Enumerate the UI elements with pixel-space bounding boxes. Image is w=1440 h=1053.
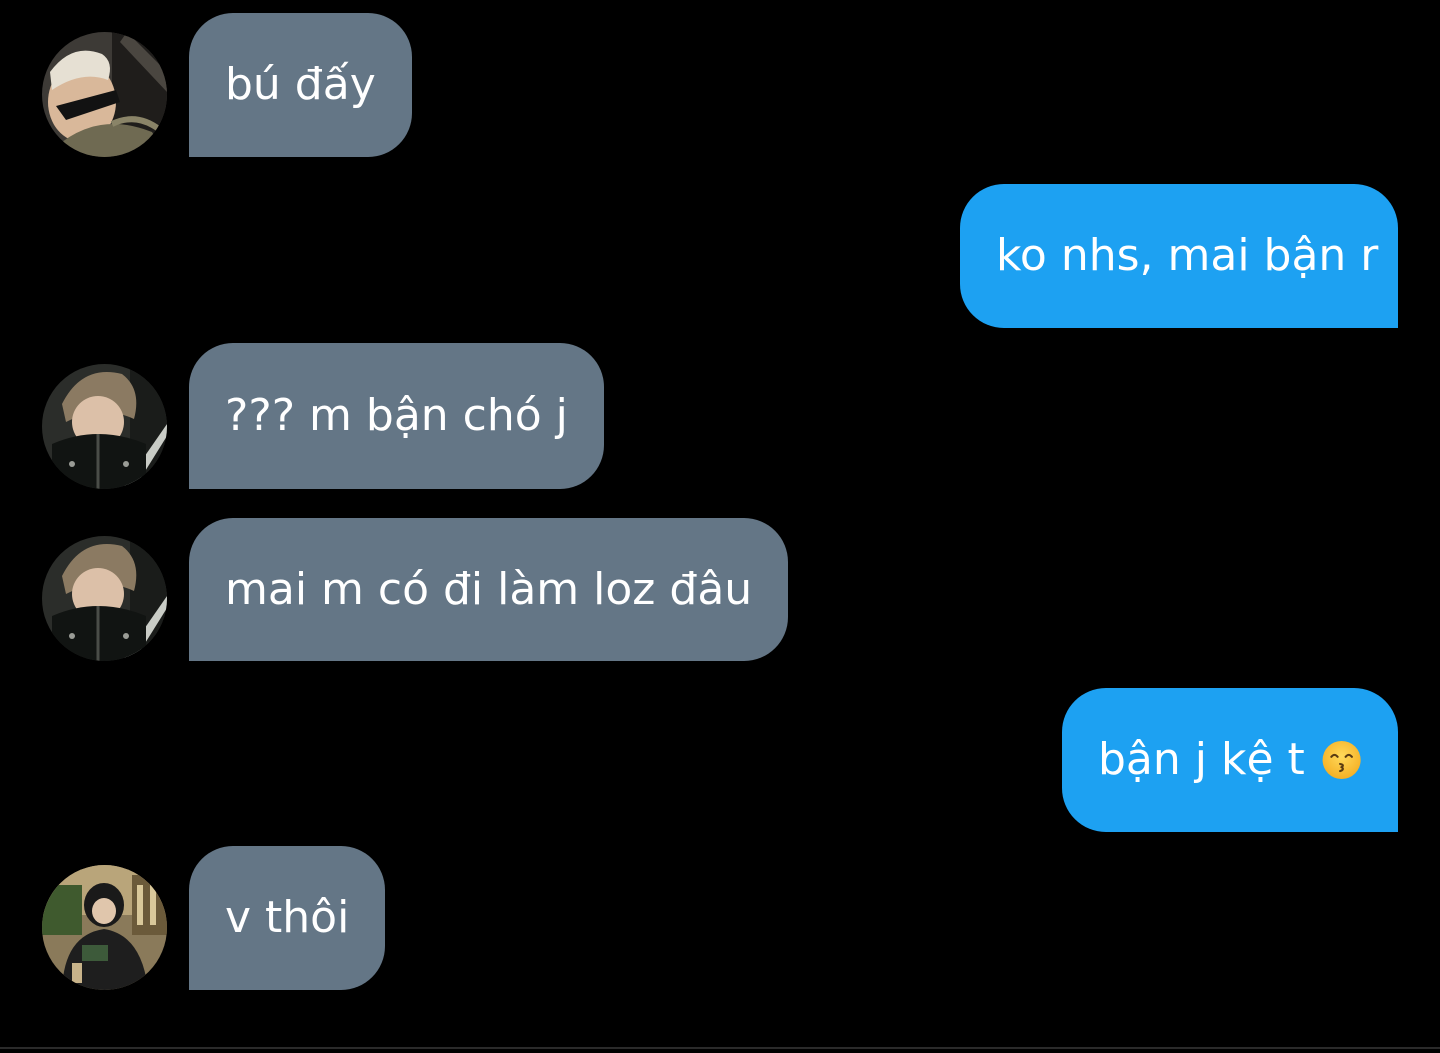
message-text: bận j kệ t xyxy=(1098,734,1305,785)
contact-avatar[interactable] xyxy=(42,32,167,157)
contact-avatar[interactable] xyxy=(42,364,167,489)
kissing-smiling-eyes-emoji xyxy=(1322,740,1361,780)
message-bubble-outgoing[interactable]: bận j kệ t xyxy=(1062,688,1398,832)
avatar-hoodie-photo xyxy=(42,536,167,661)
contact-avatar[interactable] xyxy=(42,865,167,990)
avatar-hoodie-photo xyxy=(42,364,167,489)
message-text: mai m có đi làm loz đâu xyxy=(225,563,753,615)
message-bubble-outgoing[interactable]: ko nhs, mai bận r xyxy=(960,184,1398,328)
message-text: ko nhs, mai bận r xyxy=(996,230,1379,281)
chat-thread[interactable]: bú đấy ko nhs, mai bận r ??? m bận chó j xyxy=(0,0,1440,1053)
message-bubble-incoming[interactable]: mai m có đi làm loz đâu xyxy=(189,518,789,661)
message-text: bú đấy xyxy=(225,59,376,110)
message-text: v thôi xyxy=(225,892,350,943)
avatar-cafe-photo xyxy=(42,865,167,990)
message-bubble-incoming[interactable]: bú đấy xyxy=(189,13,412,157)
message-bubble-incoming[interactable]: ??? m bận chó j xyxy=(189,343,604,489)
contact-avatar[interactable] xyxy=(42,536,167,661)
message-bubble-incoming[interactable]: v thôi xyxy=(189,846,386,990)
message-text: ??? m bận chó j xyxy=(225,390,568,441)
bottom-divider xyxy=(0,1047,1440,1049)
avatar-sunglasses-photo xyxy=(42,32,167,157)
